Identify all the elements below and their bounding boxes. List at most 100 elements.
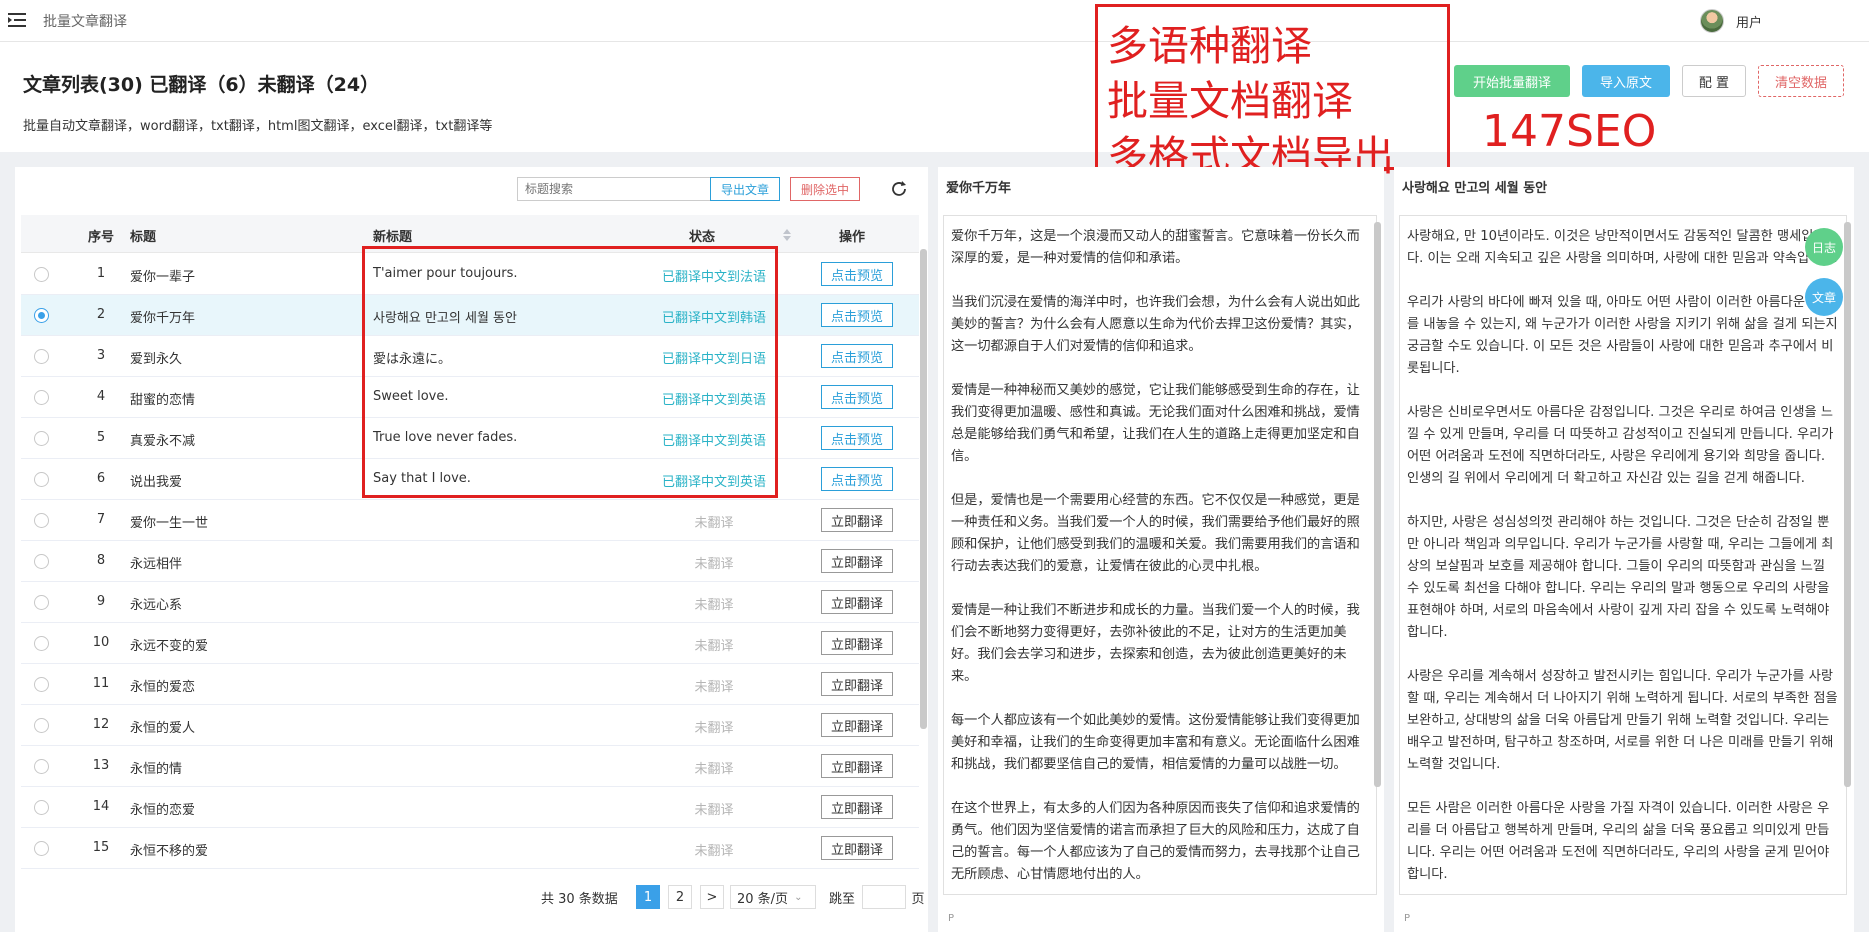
text-paragraph: 爱情是一种神秘而又美妙的感觉，它让我们能够感受到生命的存在，让我们变得更加温暖、… (951, 383, 1360, 464)
export-articles-button[interactable]: 导出文章 (710, 177, 780, 201)
table-row[interactable]: 15 永恒不移的爱 未翻译 立即翻译 (21, 828, 919, 869)
app-title: 批量文章翻译 (43, 14, 127, 30)
table-row[interactable]: 14 永恒的恋爱 未翻译 立即翻译 (21, 787, 919, 828)
annotation-highlight-box (362, 246, 778, 498)
row-index: 5 (96, 430, 106, 445)
row-status: 未翻译 (694, 557, 734, 572)
translate-now-button[interactable]: 立即翻译 (821, 795, 893, 819)
row-select-radio[interactable] (34, 800, 49, 815)
header-status[interactable]: 状态 (689, 226, 715, 245)
translate-now-button[interactable]: 立即翻译 (821, 631, 893, 655)
translation-footer: P (1404, 913, 1411, 924)
row-title: 永恒的爱人 (130, 721, 196, 736)
row-title: 永恒不移的爱 (130, 844, 209, 859)
row-index: 8 (96, 553, 106, 568)
translate-now-button[interactable]: 立即翻译 (821, 713, 893, 737)
next-page-button[interactable]: > (700, 885, 724, 909)
page-size-select[interactable]: 20 条/页 ⌄ (730, 885, 816, 909)
total-count: 共 30 条数据 (541, 891, 618, 907)
row-select-radio[interactable] (34, 677, 49, 692)
row-title: 甜蜜的恋情 (130, 393, 196, 408)
row-title: 永恒的恋爱 (130, 803, 196, 818)
row-select-radio[interactable] (34, 554, 49, 569)
row-index: 4 (96, 389, 106, 404)
start-batch-translate-button[interactable]: 开始批量翻译 (1454, 65, 1570, 97)
text-paragraph: 在这个世界上，有太多的人们因为各种原因而丧失了信仰和追求爱情的勇气。他们因为坚信… (951, 801, 1360, 882)
row-select-radio[interactable] (34, 472, 49, 487)
page-size-value: 20 条/页 (737, 891, 789, 907)
source-text-body[interactable]: 爱你千万年，这是一个浪漫而又动人的甜蜜誓言。它意味着一份长久而深厚的爱，是一种对… (943, 215, 1377, 895)
row-title: 永远不变的爱 (130, 639, 209, 654)
row-title: 永恒的爱恋 (130, 680, 196, 695)
table-row[interactable]: 12 永恒的爱人 未翻译 立即翻译 (21, 705, 919, 746)
jump-label: 跳至 (828, 891, 855, 907)
translate-now-button[interactable]: 立即翻译 (821, 754, 893, 778)
refresh-icon[interactable] (888, 178, 910, 200)
sort-icon[interactable] (783, 229, 791, 241)
row-title: 永远心系 (130, 598, 183, 613)
preview-button[interactable]: 点击预览 (821, 262, 893, 286)
row-index: 7 (96, 512, 106, 527)
page-1-button[interactable]: 1 (636, 885, 660, 909)
row-select-radio[interactable] (34, 595, 49, 610)
table-row[interactable]: 10 永远不变的爱 未翻译 立即翻译 (21, 623, 919, 664)
preview-button[interactable]: 点击预览 (821, 426, 893, 450)
source-text-panel: 爱你千万年 爱你千万年，这是一个浪漫而又动人的甜蜜誓言。它意味着一份长久而深厚的… (938, 167, 1384, 932)
table-row[interactable]: 9 永远心系 未翻译 立即翻译 (21, 582, 919, 623)
row-select-radio[interactable] (34, 718, 49, 733)
translate-now-button[interactable]: 立即翻译 (821, 508, 893, 532)
title-search-input[interactable] (517, 177, 717, 201)
table-row[interactable]: 7 爱你一生一世 未翻译 立即翻译 (21, 500, 919, 541)
row-title: 真爱永不减 (130, 434, 196, 449)
translate-now-button[interactable]: 立即翻译 (821, 836, 893, 860)
jump-page-input[interactable] (862, 885, 906, 909)
row-index: 12 (92, 717, 110, 732)
page-2-button[interactable]: 2 (668, 885, 692, 909)
user-menu[interactable]: 用户 (1700, 7, 1762, 35)
translate-now-button[interactable]: 立即翻译 (821, 549, 893, 573)
delete-selected-button[interactable]: 删除选中 (790, 177, 860, 201)
row-select-radio[interactable] (34, 349, 49, 364)
row-select-radio[interactable] (34, 308, 49, 323)
row-select-radio[interactable] (34, 267, 49, 282)
text-paragraph: 每一个人都应该有一个如此美妙的爱情。这份爱情能够让我们变得更加美好和幸福，让我们… (951, 713, 1360, 772)
text-paragraph: 爱情是一种让我们不断进步和成长的力量。当我们爱一个人的时候，我们会不断地努力变得… (951, 603, 1360, 684)
config-button[interactable]: 配 置 (1682, 65, 1746, 97)
row-select-radio[interactable] (34, 431, 49, 446)
row-select-radio[interactable] (34, 841, 49, 856)
translation-text-body[interactable]: 사랑해요, 만 10년이라도. 이것은 낭만적이면서도 감동적인 달콤한 맹세입… (1399, 215, 1847, 895)
preview-button[interactable]: 点击预览 (821, 467, 893, 491)
text-paragraph: 爱你千万年，这是一个浪漫而又动人的甜蜜誓言。它意味着一份长久而深厚的爱，是一种对… (951, 229, 1360, 266)
row-index: 2 (96, 307, 106, 322)
row-select-radio[interactable] (34, 636, 49, 651)
text-paragraph: 우리가 사랑의 바다에 빠져 있을 때, 아마도 어떤 사람이 이러한 아름다운… (1407, 295, 1838, 376)
preview-button[interactable]: 点击预览 (821, 303, 893, 327)
page-subtitle: 批量自动文章翻译，word翻译，txt翻译，html图文翻译，excel翻译，t… (23, 119, 493, 134)
page-title: 文章列表(30) 已翻译（6）未翻译（24） (23, 74, 380, 96)
clear-data-button[interactable]: 清空数据 (1758, 65, 1844, 97)
table-row[interactable]: 13 永恒的情 未翻译 立即翻译 (21, 746, 919, 787)
article-float-button[interactable]: 文章 (1805, 278, 1843, 316)
annotation-line: 多语种翻译 (1107, 22, 1312, 70)
table-scrollbar[interactable] (920, 249, 927, 729)
translate-now-button[interactable]: 立即翻译 (821, 672, 893, 696)
header-operation: 操作 (839, 230, 866, 245)
translation-scrollbar[interactable] (1844, 222, 1851, 787)
preview-button[interactable]: 点击预览 (821, 344, 893, 368)
text-paragraph: 모든 사람은 이러한 아름다운 사랑을 가질 자격이 있습니다. 이러한 사랑은… (1407, 801, 1830, 882)
row-index: 6 (96, 471, 106, 486)
text-paragraph: 当我们沉浸在爱情的海洋中时，也许我们会想，为什么会有人说出如此美妙的誓言？为什么… (951, 295, 1360, 354)
row-select-radio[interactable] (34, 390, 49, 405)
annotation-line: 批量文档翻译 (1107, 77, 1353, 125)
import-source-button[interactable]: 导入原文 (1582, 65, 1670, 97)
table-row[interactable]: 11 永恒的爱恋 未翻译 立即翻译 (21, 664, 919, 705)
preview-button[interactable]: 点击预览 (821, 385, 893, 409)
log-float-button[interactable]: 日志 (1805, 228, 1843, 266)
row-select-radio[interactable] (34, 759, 49, 774)
menu-fold-icon[interactable] (8, 12, 26, 28)
row-select-radio[interactable] (34, 513, 49, 528)
source-scrollbar[interactable] (1374, 222, 1381, 787)
table-row[interactable]: 8 永远相伴 未翻译 立即翻译 (21, 541, 919, 582)
translate-now-button[interactable]: 立即翻译 (821, 590, 893, 614)
row-status: 未翻译 (694, 598, 734, 613)
